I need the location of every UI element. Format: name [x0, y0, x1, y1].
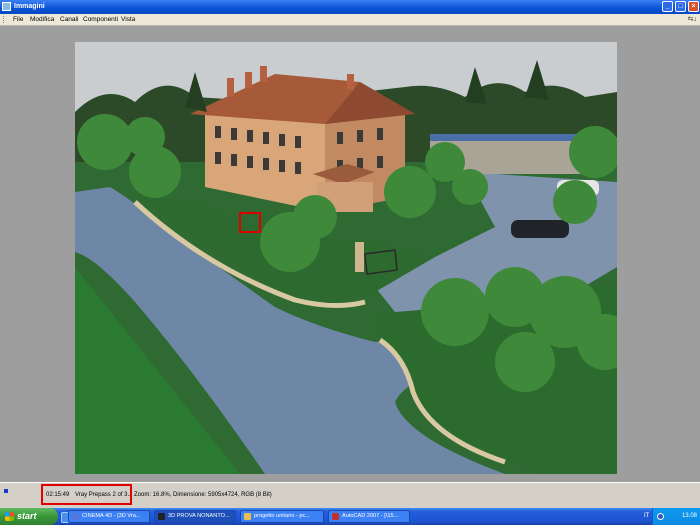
- window-title: Immagini: [14, 3, 45, 10]
- menu-vista[interactable]: Vista: [121, 16, 135, 23]
- task-cinema4d[interactable]: CINEMA 4D - [3D Vra...: [68, 510, 150, 523]
- task-label: progetto unitario - pc...: [254, 513, 310, 519]
- task-label: 3D PROVA NONANTO...: [168, 513, 230, 519]
- taskbar: start CINEMA 4D - [3D Vra... 3D PROVA NO…: [0, 508, 700, 525]
- app-icon: [2, 2, 11, 11]
- autocad-icon: [332, 513, 339, 520]
- rendered-villa-scene: [75, 42, 617, 474]
- nav-arrows-icon[interactable]: ⇆↓: [688, 15, 697, 23]
- title-bar: Immagini _ □ ×: [0, 0, 700, 14]
- tray-clock[interactable]: 13.08: [682, 513, 697, 520]
- task-label: AutoCAD 2007 - [\15...: [342, 513, 399, 519]
- menu-componenti[interactable]: Componenti: [83, 16, 118, 23]
- minimize-button[interactable]: _: [662, 1, 673, 12]
- task-autocad[interactable]: AutoCAD 2007 - [\15...: [328, 510, 410, 523]
- render-image: [75, 42, 617, 474]
- image-workspace: [0, 26, 700, 482]
- menu-bar: File Modifica Canali Componenti Vista ⇆↓: [0, 14, 700, 26]
- task-progetto-unitario[interactable]: progetto unitario - pc...: [240, 510, 324, 523]
- windows-flag-icon: [5, 512, 14, 521]
- highlight-box-render: [239, 212, 261, 233]
- start-button[interactable]: start: [0, 508, 58, 525]
- maximize-button[interactable]: □: [675, 1, 686, 12]
- close-button[interactable]: ×: [688, 1, 699, 12]
- menu-modifica[interactable]: Modifica: [30, 16, 54, 23]
- system-tray: IT 13.08: [644, 508, 700, 525]
- cinema4d-icon: [72, 513, 79, 520]
- menu-file[interactable]: File: [13, 16, 23, 23]
- tray-network-icon[interactable]: [657, 513, 664, 520]
- menu-canali[interactable]: Canali: [60, 16, 78, 23]
- highlight-box-status: [41, 484, 132, 505]
- status-info: Zoom: 16.8%, Dimensione: 5905x4724, RGB …: [134, 492, 272, 498]
- image-viewer-icon: [158, 513, 165, 520]
- progress-indicator-icon: [4, 489, 8, 493]
- language-indicator[interactable]: IT: [644, 513, 649, 519]
- task-label: CINEMA 4D - [3D Vra...: [82, 513, 141, 519]
- toolbar-grip[interactable]: [3, 16, 7, 23]
- task-3d-prova[interactable]: 3D PROVA NONANTO...: [154, 510, 236, 523]
- folder-icon: [244, 513, 251, 520]
- start-label: start: [17, 511, 37, 521]
